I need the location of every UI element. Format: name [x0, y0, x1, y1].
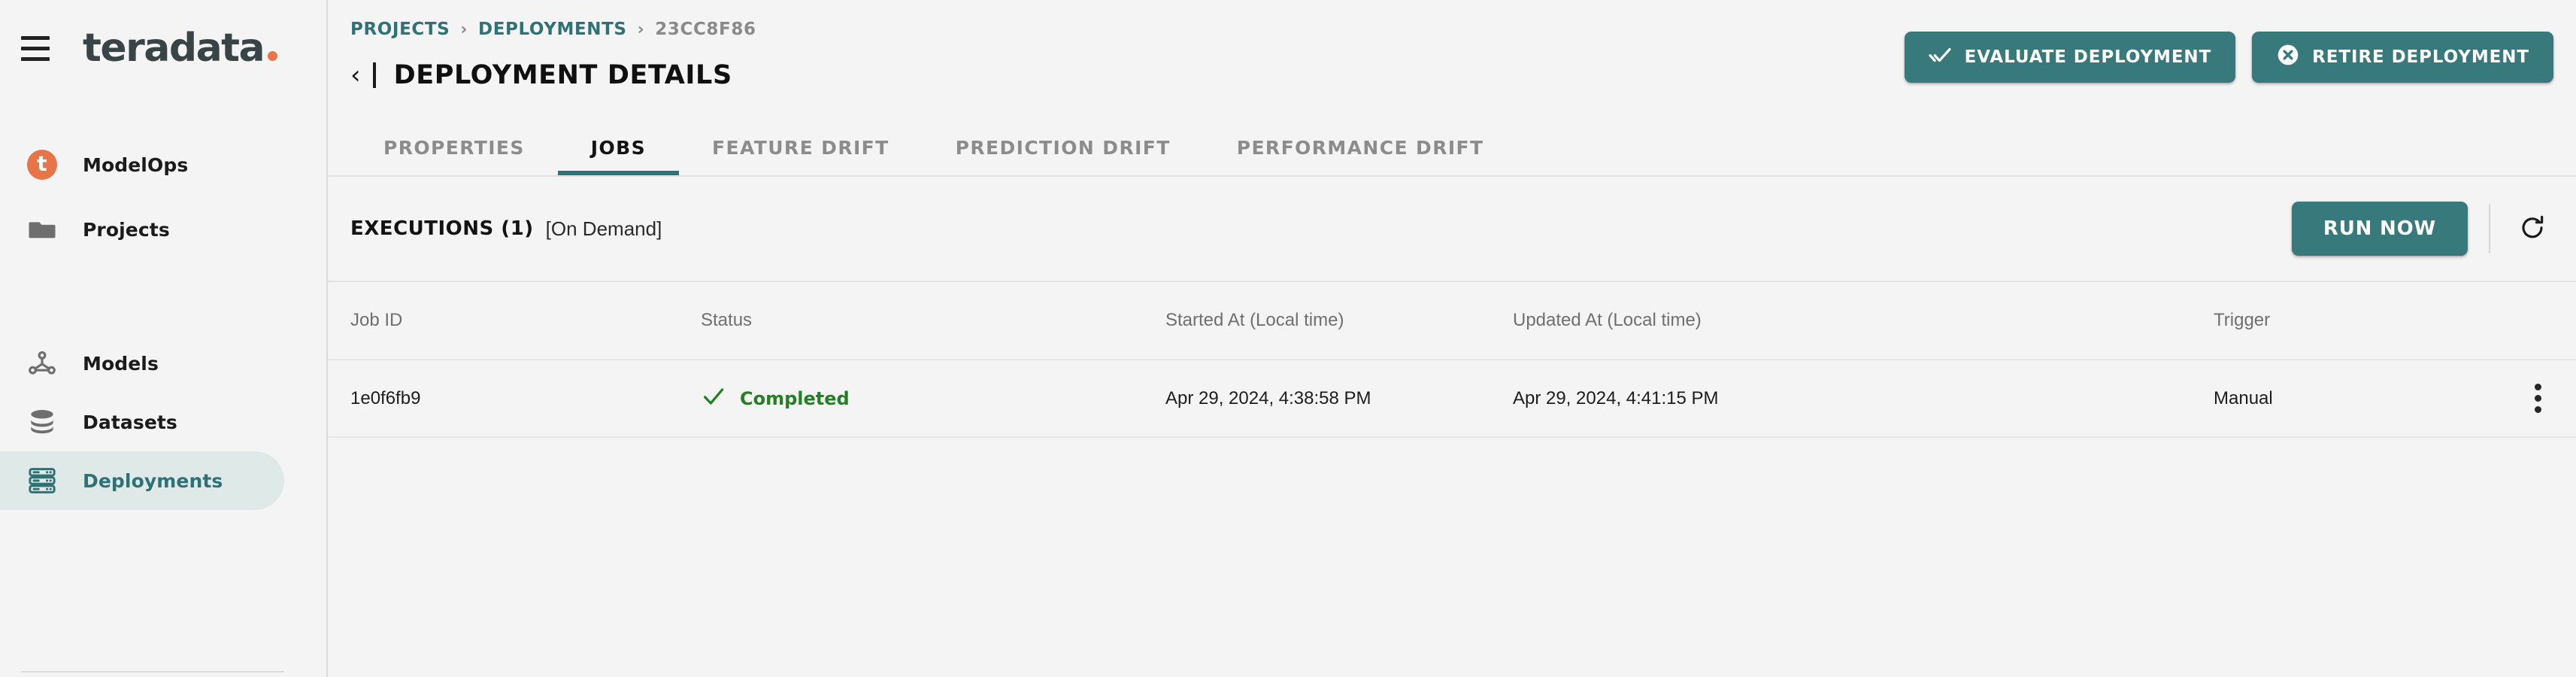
executions-toolbar: EXECUTIONS (1) [On Demand] RUN NOW [328, 177, 2576, 282]
chevron-left-icon[interactable]: ‹ [350, 62, 361, 88]
sidebar-item-modelops[interactable]: t ModelOps [0, 135, 284, 194]
tab-feature-drift[interactable]: FEATURE DRIFT [679, 137, 923, 175]
refresh-button[interactable] [2511, 208, 2553, 250]
title-divider [372, 62, 376, 88]
column-header-updated-at: Updated At (Local time) [1513, 310, 1702, 330]
retire-deployment-label: RETIRE DEPLOYMENT [2312, 47, 2529, 67]
double-check-icon [1929, 43, 1953, 71]
column-header-trigger: Trigger [2214, 310, 2271, 330]
sidebar-divider-space [0, 259, 326, 334]
breadcrumb-separator-icon: › [637, 20, 645, 39]
sidebar-item-projects[interactable]: Projects [0, 200, 284, 259]
evaluate-deployment-label: EVALUATE DEPLOYMENT [1964, 47, 2212, 67]
executions-table: Job ID Status Started At (Local time) Up… [328, 282, 2576, 438]
main-content: PROJECTS › DEPLOYMENTS › 23CC8F86 ‹ DEPL… [328, 0, 2576, 677]
executions-title: EXECUTIONS (1) [350, 217, 534, 240]
table-header-row: Job ID Status Started At (Local time) Up… [328, 282, 2576, 360]
sidebar-bottom-divider [21, 671, 284, 672]
folder-icon [21, 214, 63, 245]
refresh-icon [2517, 213, 2547, 245]
cell-trigger: Manual [2214, 387, 2273, 408]
tab-properties[interactable]: PROPERTIES [350, 137, 558, 175]
sidebar-item-deployments[interactable]: Deployments [0, 451, 284, 510]
breadcrumb-item-projects[interactable]: PROJECTS [350, 20, 450, 39]
circle-x-icon [2276, 43, 2300, 71]
breadcrumb-item-deployments[interactable]: DEPLOYMENTS [478, 20, 627, 39]
tab-bar: PROPERTIES JOBS FEATURE DRIFT PREDICTION… [350, 137, 1517, 175]
sidebar-header: teradata [0, 0, 326, 135]
tab-prediction-drift[interactable]: PREDICTION DRIFT [923, 137, 1204, 175]
table-row[interactable]: 1e0f6fb9 Completed Apr 29, 2024, 4:38:58… [328, 360, 2576, 438]
page-title: DEPLOYMENT DETAILS [393, 60, 732, 90]
database-stack-icon [21, 405, 63, 439]
breadcrumb-item-current: 23CC8F86 [655, 20, 756, 39]
toolbar-divider [2489, 204, 2490, 253]
cell-actions [2486, 378, 2553, 419]
tab-performance-drift[interactable]: PERFORMANCE DRIFT [1204, 137, 1517, 175]
sidebar-item-label: Deployments [83, 469, 223, 492]
sidebar-item-datasets[interactable]: Datasets [0, 393, 284, 451]
sidebar-item-label: Projects [83, 218, 170, 241]
sidebar-item-label: Datasets [83, 411, 177, 433]
retire-deployment-button[interactable]: RETIRE DEPLOYMENT [2252, 32, 2553, 83]
brand-name: teradata [83, 26, 265, 71]
column-header-job-id: Job ID [350, 310, 403, 330]
brand-logo[interactable]: teradata [83, 26, 278, 71]
server-rack-icon [21, 464, 63, 497]
cell-started-at: Apr 29, 2024, 4:38:58 PM [1165, 387, 1371, 408]
page-header: PROJECTS › DEPLOYMENTS › 23CC8F86 ‹ DEPL… [328, 0, 2576, 177]
tab-jobs[interactable]: JOBS [557, 137, 680, 175]
executions-toolbar-actions: RUN NOW [2291, 202, 2553, 256]
evaluate-deployment-button[interactable]: EVALUATE DEPLOYMENT [1904, 32, 2236, 83]
sidebar: teradata t ModelOps Projects Models Data… [0, 0, 328, 677]
app-root: teradata t ModelOps Projects Models Data… [0, 0, 2576, 677]
run-now-button[interactable]: RUN NOW [2291, 202, 2468, 256]
hamburger-menu-icon[interactable] [21, 32, 66, 65]
check-icon [701, 384, 726, 413]
kebab-menu-icon[interactable] [2523, 378, 2553, 419]
cell-status: Completed [701, 384, 1165, 413]
breadcrumb-separator-icon: › [460, 20, 468, 39]
model-graph-icon [21, 347, 63, 380]
sidebar-item-label: ModelOps [83, 153, 189, 176]
header-actions: EVALUATE DEPLOYMENT RETIRE DEPLOYMENT [1904, 32, 2553, 83]
sidebar-item-label: Models [83, 352, 159, 375]
brand-dot-icon [268, 51, 278, 61]
teradata-t-badge-icon: t [21, 150, 63, 180]
sidebar-nav: t ModelOps Projects Models Datasets Depl… [0, 135, 326, 510]
column-header-started-at: Started At (Local time) [1165, 310, 1344, 330]
status-badge: Completed [740, 387, 850, 409]
executions-subtitle: [On Demand] [545, 217, 662, 240]
column-header-status: Status [701, 310, 753, 330]
cell-job-id: 1e0f6fb9 [350, 387, 421, 408]
cell-updated-at: Apr 29, 2024, 4:41:15 PM [1513, 387, 1719, 408]
sidebar-item-models[interactable]: Models [0, 334, 284, 393]
